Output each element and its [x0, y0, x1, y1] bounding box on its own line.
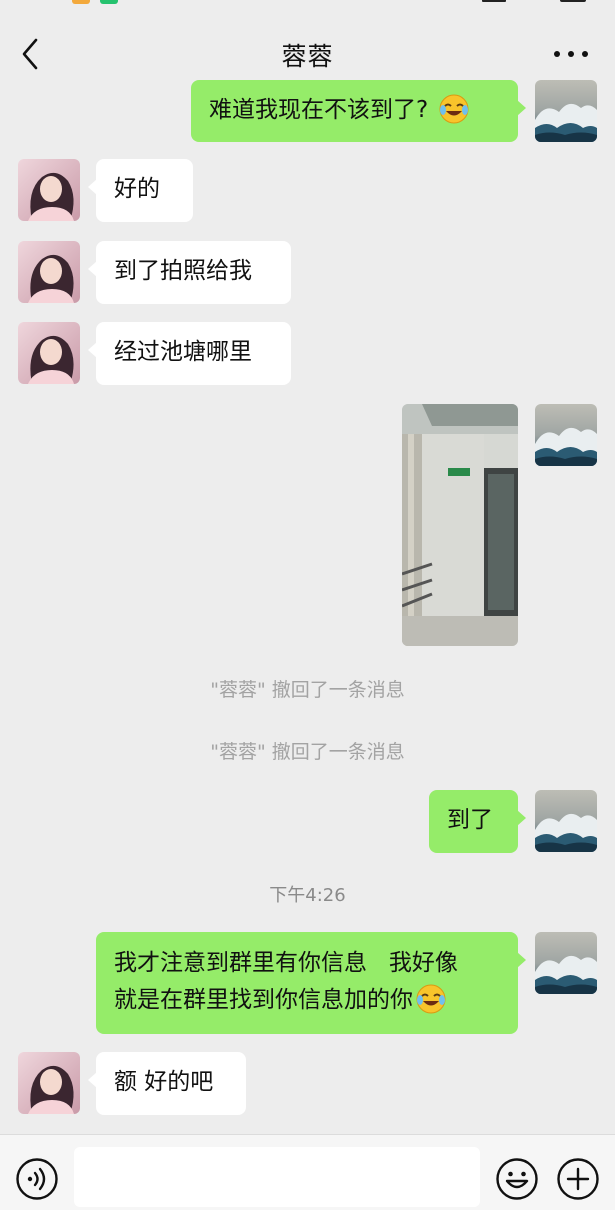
- wave-avatar-image: [535, 80, 597, 142]
- timestamp: 下午4:26: [269, 885, 346, 906]
- status-bar: [0, 0, 615, 6]
- message-text-line: 就是在群里找到你信息加的你: [114, 982, 500, 1019]
- contact-avatar[interactable]: [18, 322, 80, 384]
- my-avatar[interactable]: [535, 404, 597, 466]
- recall-notice: "蓉蓉" 撤回了一条消息: [210, 679, 405, 701]
- chat-screen: 蓉蓉 难道我现在不该到了? 好的 到了拍照给我 经过池塘哪里 "蓉蓉" 撤回了一…: [0, 0, 615, 1210]
- incoming-message-bubble[interactable]: 额 好的吧: [88, 1052, 246, 1115]
- voice-button[interactable]: [15, 1157, 59, 1201]
- message-text: 经过池塘哪里: [114, 339, 252, 365]
- emoji-button[interactable]: [495, 1157, 539, 1201]
- input-bar: [0, 1134, 615, 1210]
- wave-avatar-image: [535, 790, 597, 852]
- building-photo-image: [402, 404, 518, 646]
- contact-avatar[interactable]: [18, 241, 80, 303]
- contact-avatar[interactable]: [18, 159, 80, 221]
- more-button[interactable]: [549, 40, 593, 68]
- incoming-message-bubble[interactable]: 到了拍照给我: [88, 241, 291, 304]
- more-functions-button[interactable]: [556, 1157, 600, 1201]
- chat-header: 蓉蓉: [0, 20, 615, 86]
- message-text: 我才注意到群里有你信息 我好像: [114, 950, 458, 976]
- outgoing-message-bubble[interactable]: 难道我现在不该到了?: [191, 80, 526, 142]
- wave-avatar-image: [535, 404, 597, 466]
- girl-avatar-image: [18, 159, 80, 221]
- notification-icon: [72, 0, 90, 4]
- photo-message[interactable]: [402, 404, 518, 646]
- message-text: 额 好的吧: [114, 1069, 214, 1095]
- incoming-message-bubble[interactable]: 好的: [88, 159, 193, 222]
- wave-avatar-image: [535, 932, 597, 994]
- message-text: 就是在群里找到你信息加的你: [114, 987, 413, 1013]
- message-text: 好的: [114, 176, 160, 202]
- girl-avatar-image: [18, 241, 80, 303]
- contact-avatar[interactable]: [18, 1052, 80, 1114]
- incoming-message-bubble[interactable]: 经过池塘哪里: [88, 322, 291, 385]
- laughing-crying-emoji-icon: [439, 94, 469, 123]
- message-text: 到了拍照给我: [114, 258, 252, 284]
- outgoing-message-bubble[interactable]: 到了: [429, 790, 526, 853]
- battery-icon: [560, 0, 586, 2]
- notification-icon: [100, 0, 118, 4]
- voice-icon: [16, 1158, 58, 1200]
- signal-icon: [482, 0, 506, 2]
- my-avatar[interactable]: [535, 80, 597, 142]
- chat-title: 蓉蓉: [281, 42, 334, 71]
- more-dots-icon: [554, 51, 588, 57]
- laughing-crying-emoji-icon: [416, 984, 446, 1013]
- message-text: 难道我现在不该到了?: [209, 97, 429, 123]
- outgoing-message-bubble[interactable]: 我才注意到群里有你信息 我好像 就是在群里找到你信息加的你: [96, 932, 526, 1034]
- girl-avatar-image: [18, 1052, 80, 1114]
- smiley-icon: [496, 1158, 538, 1200]
- message-text: 到了: [447, 807, 493, 833]
- my-avatar[interactable]: [535, 790, 597, 852]
- my-avatar[interactable]: [535, 932, 597, 994]
- message-input[interactable]: [74, 1147, 480, 1207]
- recall-notice: "蓉蓉" 撤回了一条消息: [210, 741, 405, 763]
- plus-icon: [557, 1158, 599, 1200]
- girl-avatar-image: [18, 322, 80, 384]
